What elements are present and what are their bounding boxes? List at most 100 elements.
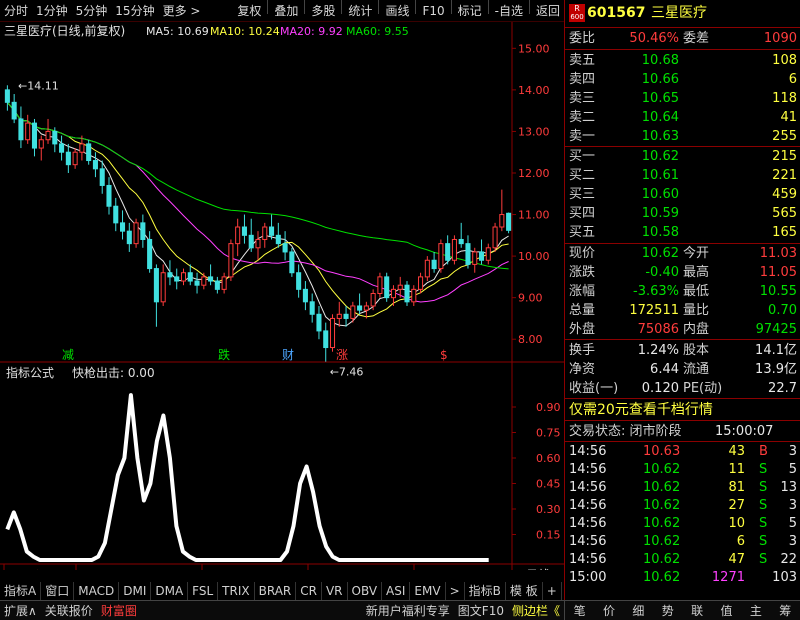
sell-label: 卖四 bbox=[569, 72, 596, 87]
indicator-tab-12[interactable]: EMV bbox=[410, 582, 446, 600]
ma-label-2: MA20: 9.92 bbox=[280, 25, 343, 38]
toolbar-period-1[interactable]: 1分钟 bbox=[32, 0, 72, 22]
event-marker-2: 财 bbox=[282, 348, 294, 362]
panel-tab-2[interactable]: 细 bbox=[628, 601, 648, 620]
tick-time: 14:56 bbox=[569, 480, 607, 495]
quote-value: 172511 bbox=[629, 303, 679, 318]
high-annotation: ←14.11 bbox=[18, 79, 59, 92]
sell-row-0: 卖五 10.68 108 bbox=[565, 52, 800, 70]
toolbar-tool-8[interactable]: 返回 bbox=[532, 0, 564, 22]
candle-body bbox=[52, 130, 58, 145]
toolbar-tool-5[interactable]: F10 bbox=[418, 0, 448, 22]
candle-body bbox=[18, 118, 24, 141]
candle-body bbox=[65, 151, 71, 166]
tick-count: 3 bbox=[788, 444, 797, 459]
indicator-tab-3[interactable]: DMI bbox=[119, 582, 152, 600]
candle-body bbox=[106, 184, 112, 207]
toolbar-tool-0[interactable]: 复权 bbox=[233, 0, 265, 22]
buy-label: 买五 bbox=[569, 225, 596, 240]
toolbar-tool-6[interactable]: 标记 bbox=[454, 0, 486, 22]
toolbar-separator bbox=[304, 0, 306, 14]
tick-time: 14:56 bbox=[569, 498, 607, 513]
toolbar-period-0[interactable]: 分时 bbox=[0, 0, 32, 22]
sell-label: 卖二 bbox=[569, 110, 596, 125]
candle-body bbox=[296, 272, 302, 290]
quote-label: 今开 bbox=[683, 246, 710, 261]
panel-tab-3[interactable]: 势 bbox=[658, 601, 678, 620]
tick-volume: 10 bbox=[728, 516, 745, 531]
candle-body bbox=[404, 284, 410, 303]
toolbar-tool-1[interactable]: 叠加 bbox=[270, 0, 302, 22]
indicator-tab-10[interactable]: OBV bbox=[348, 582, 383, 600]
candle-body bbox=[79, 143, 85, 153]
candle-body bbox=[472, 251, 478, 265]
quote-row-2: 涨幅 -3.63% 最低 10.55 bbox=[565, 283, 800, 301]
finance-value: 0.120 bbox=[641, 381, 679, 396]
tick-row-4: 14:56 10.62 10 S 5 bbox=[565, 515, 800, 533]
candle-body bbox=[465, 243, 471, 265]
indicator-tab-5[interactable]: FSL bbox=[188, 582, 219, 600]
indicator-tab-14[interactable]: 指标B bbox=[465, 582, 506, 600]
indicator-tab-15[interactable]: 模 板 bbox=[506, 582, 543, 600]
chart-toolbar: 分时 1分钟 5分钟 15分钟 更多 > 复权 叠加 多股 统计 画线 F10 标记 -自选 返回 bbox=[0, 0, 564, 22]
sell-volume: 118 bbox=[772, 91, 797, 106]
toolbar-period-4[interactable]: 更多 > bbox=[159, 0, 205, 22]
candle-body bbox=[126, 230, 132, 245]
panel-tab-5[interactable]: 值 bbox=[717, 601, 737, 620]
indicator-tab-13[interactable]: > bbox=[446, 582, 465, 600]
candle-body bbox=[221, 276, 227, 290]
tick-row-3: 14:56 10.62 27 S 3 bbox=[565, 497, 800, 515]
promo-text[interactable]: 仅需20元查看千档行情 bbox=[569, 401, 713, 419]
candle-body bbox=[478, 251, 485, 261]
candle-body bbox=[113, 205, 119, 224]
indicator-tab-1[interactable]: 窗口 bbox=[41, 582, 75, 600]
buy-row-4: 买五 10.58 165 bbox=[565, 224, 800, 242]
panel-tab-1[interactable]: 价 bbox=[599, 601, 619, 620]
quote-label: 涨幅 bbox=[569, 284, 596, 299]
panel-tab-7[interactable]: 筹 bbox=[775, 601, 795, 620]
status-right-0[interactable]: 新用户福利专享 bbox=[362, 601, 454, 620]
quote-value: -3.63% bbox=[633, 284, 679, 299]
ma-label-3: MA60: 9.55 bbox=[346, 25, 409, 38]
indicator-tab-16[interactable]: + bbox=[543, 582, 562, 600]
indicator-tab-6[interactable]: TRIX bbox=[218, 582, 255, 600]
tick-row-1: 14:56 10.62 11 S 5 bbox=[565, 461, 800, 479]
date-label-0: 2022年 bbox=[6, 568, 45, 570]
panel-tab-0[interactable]: 笔 bbox=[570, 601, 590, 620]
status-right-1[interactable]: 图文F10 bbox=[454, 601, 508, 620]
candle-body bbox=[282, 243, 288, 253]
promo-row[interactable]: 仅需20元查看千档行情 bbox=[565, 401, 800, 419]
kline-chart[interactable]: 三星医疗(日线,前复权) MA5: 10.69 MA10: 10.24 MA20: 9… bbox=[0, 22, 564, 570]
price-axis-label-0: 15.00 bbox=[518, 42, 550, 55]
candle-body bbox=[25, 122, 31, 141]
candle-body bbox=[411, 288, 417, 303]
toolbar-tool-7[interactable]: -自选 bbox=[491, 0, 527, 22]
ma20-line bbox=[7, 101, 509, 303]
toolbar-tool-4[interactable]: 画线 bbox=[381, 0, 413, 22]
weibi-row: 委比 50.46% 委差 1090 bbox=[569, 31, 797, 46]
panel-tab-6[interactable]: 主 bbox=[746, 601, 766, 620]
toolbar-separator bbox=[341, 0, 343, 14]
indicator-tab-2[interactable]: MACD bbox=[74, 582, 120, 600]
candle-body bbox=[208, 276, 214, 282]
status-left-0[interactable]: 扩展∧ bbox=[0, 601, 41, 620]
panel-tab-4[interactable]: 联 bbox=[687, 601, 707, 620]
status-right-2[interactable]: 侧边栏《 bbox=[508, 601, 564, 620]
toolbar-tool-3[interactable]: 统计 bbox=[344, 0, 376, 22]
tick-price: 10.62 bbox=[643, 516, 681, 531]
candle-body bbox=[153, 268, 159, 303]
toolbar-period-2[interactable]: 5分钟 bbox=[72, 0, 112, 22]
indicator-tab-0[interactable]: 指标A bbox=[0, 582, 42, 600]
indicator-tab-8[interactable]: CR bbox=[296, 582, 322, 600]
indicator-tab-7[interactable]: BRAR bbox=[255, 582, 297, 600]
indicator-tab-9[interactable]: VR bbox=[322, 582, 348, 600]
toolbar-period-3[interactable]: 15分钟 bbox=[111, 0, 158, 22]
status-left-2[interactable]: 财富圈 bbox=[97, 601, 141, 620]
indicator-line bbox=[5, 393, 489, 562]
indicator-axis-label-4: 0.30 bbox=[536, 503, 561, 516]
indicator-tab-11[interactable]: ASI bbox=[382, 582, 411, 600]
indicator-tab-4[interactable]: DMA bbox=[151, 582, 189, 600]
status-left-1[interactable]: 关联报价 bbox=[41, 601, 97, 620]
finance-row-1: 净资 6.44 流通 13.9亿 bbox=[565, 361, 800, 379]
toolbar-tool-2[interactable]: 多股 bbox=[307, 0, 339, 22]
